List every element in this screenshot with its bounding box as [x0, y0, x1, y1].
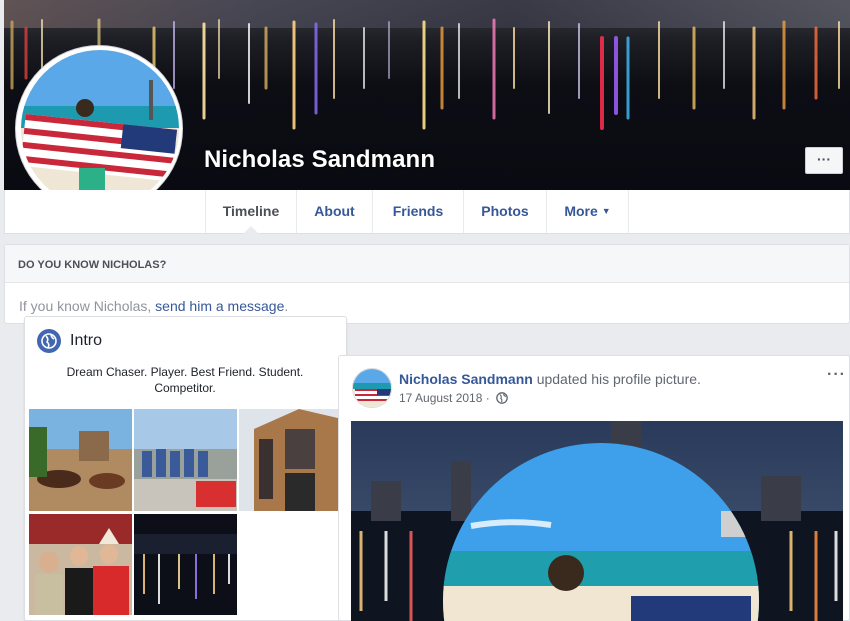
photo-thumbnail[interactable]	[29, 514, 132, 615]
know-suffix: .	[284, 298, 289, 314]
globe-icon	[37, 329, 61, 353]
know-box: DO YOU KNOW NICHOLAS? If you know Nichol…	[4, 244, 850, 324]
post-options-button[interactable]: ···	[827, 366, 846, 384]
intro-bio: Dream Chaser. Player. Best Friend. Stude…	[66, 365, 304, 395]
intro-card: Intro Dream Chaser. Player. Best Friend.…	[24, 316, 347, 621]
tab-friends[interactable]: Friends	[372, 190, 463, 233]
post-date-link[interactable]: 17 August 2018 ·	[399, 391, 490, 405]
chevron-down-icon: ▼	[601, 206, 611, 216]
tab-about[interactable]: About	[296, 190, 372, 233]
post-image[interactable]	[351, 421, 843, 621]
profile-name[interactable]: Nicholas Sandmann	[204, 146, 435, 174]
send-message-link[interactable]: send him a message	[155, 298, 284, 314]
photo-thumbnail[interactable]	[29, 409, 132, 511]
photo-thumbnail[interactable]	[134, 409, 237, 511]
profile-nav: Timeline About Friends Photos More ▼	[4, 190, 850, 234]
tab-timeline-label: Timeline	[222, 203, 280, 219]
globe-icon	[496, 392, 508, 407]
post-timestamp: 17 August 2018 ·	[399, 391, 508, 407]
tab-more-label: More	[564, 203, 598, 219]
tab-about-label: About	[314, 203, 355, 219]
post-action: updated his profile picture.	[532, 371, 701, 387]
post-card: Nicholas Sandmann updated his profile pi…	[338, 355, 850, 621]
know-box-text: If you know Nicholas, send him a message…	[5, 283, 849, 314]
profile-picture[interactable]	[21, 50, 179, 208]
intro-title: Intro	[70, 332, 103, 349]
tab-friends-label: Friends	[392, 203, 444, 219]
cover-more-button[interactable]: ···	[805, 147, 843, 174]
photo-thumbnail[interactable]	[134, 514, 237, 615]
post-author-link[interactable]: Nicholas Sandmann	[399, 371, 533, 387]
tab-more[interactable]: More ▼	[546, 190, 629, 233]
post-headline: Nicholas Sandmann updated his profile pi…	[399, 371, 701, 387]
intro-header: Intro	[37, 329, 102, 353]
know-box-header: DO YOU KNOW NICHOLAS?	[5, 245, 849, 283]
photo-thumbnail[interactable]	[239, 409, 342, 511]
tab-photos[interactable]: Photos	[463, 190, 546, 233]
tab-timeline[interactable]: Timeline	[205, 190, 296, 234]
profile-picture-image	[21, 50, 179, 208]
tab-photos-label: Photos	[481, 203, 529, 219]
know-prefix: If you know Nicholas,	[19, 298, 156, 314]
post-author-avatar[interactable]	[352, 368, 392, 408]
